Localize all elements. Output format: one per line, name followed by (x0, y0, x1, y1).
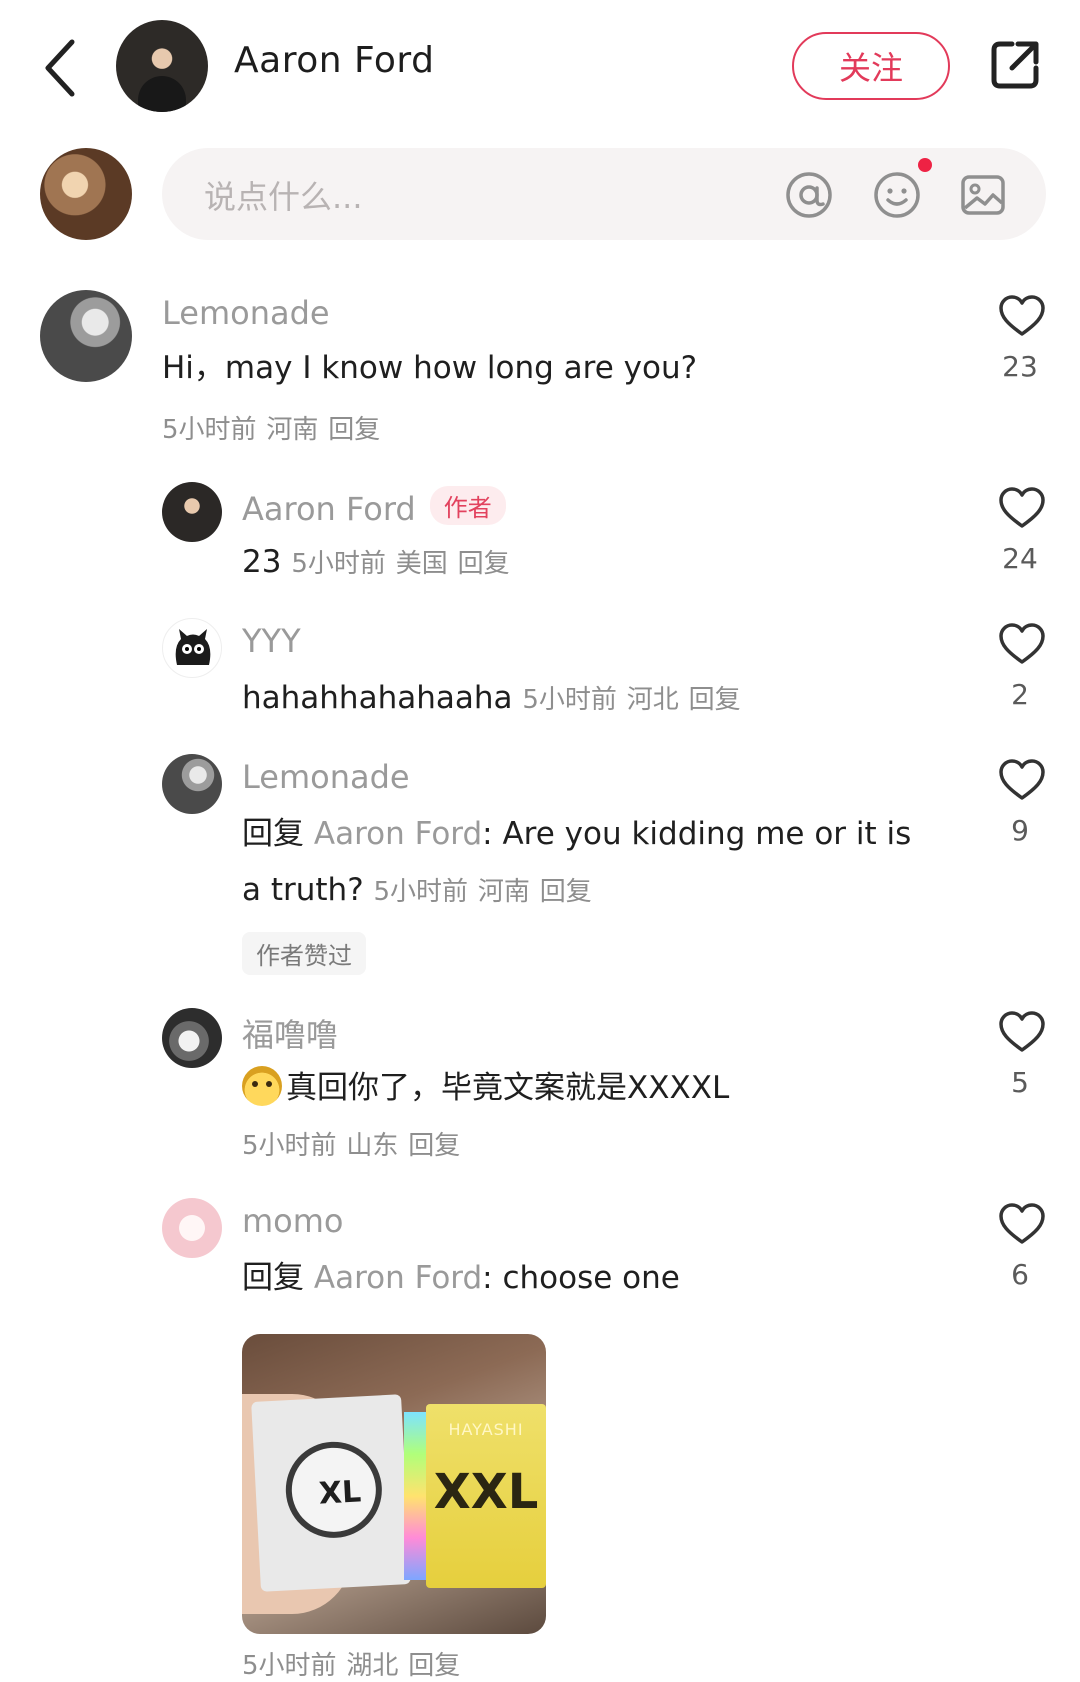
emoji-icon[interactable] (872, 170, 922, 220)
reply-line: hahahhahahaaha 5小时前 河北 回复 (242, 678, 741, 720)
reply-line: 真回你了，毕竟文案就是XXXXL (242, 1066, 729, 1108)
comment-location: 河南 (266, 415, 319, 445)
reply-text: hahahhahahaaha (242, 680, 513, 716)
reply-attached-image[interactable]: XL HAYASHI XXL (242, 1334, 546, 1634)
reply-meta: 5小时前 湖北 回复 (242, 1644, 460, 1682)
reply-line: 回复 Aaron Ford: Are you kidding me or it … (242, 814, 911, 854)
xxl-label: XXL (433, 1464, 539, 1520)
xl-label: XL (318, 1474, 363, 1512)
like-count: 6 (1011, 1258, 1029, 1291)
image-icon[interactable] (958, 170, 1008, 220)
reply-text: 23 (242, 544, 282, 580)
follow-button[interactable]: 关注 (792, 32, 950, 100)
like-heart-icon[interactable] (998, 758, 1046, 802)
author-badge: 作者 (429, 486, 506, 525)
reply-prefix: 回复 (242, 1260, 304, 1296)
author-avatar[interactable] (116, 20, 208, 112)
reply-time: 5小时前 (522, 685, 617, 715)
reply-text: : choose one (482, 1260, 680, 1296)
like-count: 23 (1002, 350, 1038, 383)
reply-prefix: 回复 (242, 816, 304, 852)
reply-location: 河北 (626, 685, 679, 715)
reply-time: 5小时前 (373, 877, 469, 907)
reply-location: 湖北 (346, 1651, 399, 1681)
black-cat-icon (175, 629, 211, 665)
reply-time: 5小时前 (291, 549, 386, 579)
comment-input-placeholder: 说点什么... (204, 178, 363, 216)
reply-username[interactable]: 福噜噜 (242, 1010, 338, 1056)
comment-meta: 5小时前 河南 回复 (162, 408, 380, 450)
replier-avatar[interactable] (162, 1198, 222, 1258)
like-heart-icon[interactable] (998, 294, 1046, 338)
like-count: 24 (1002, 542, 1038, 575)
xxl-brand: HAYASHI (448, 1420, 524, 1439)
my-avatar (40, 148, 132, 240)
mention-link[interactable]: Aaron Ford (314, 1260, 482, 1296)
replier-avatar[interactable] (162, 618, 222, 678)
like-heart-icon[interactable] (998, 1010, 1046, 1054)
reply-location: 河南 (477, 877, 530, 907)
holographic-strip (404, 1412, 426, 1580)
reply-username-text[interactable]: Aaron Ford (242, 490, 416, 528)
reply-line: a truth? 5小时前 河南 回复 (242, 870, 592, 912)
comment-input[interactable]: 说点什么... (162, 148, 1046, 240)
reply-location: 美国 (395, 549, 448, 579)
reply-text: a truth? (242, 872, 364, 908)
reply-location: 山东 (346, 1131, 399, 1161)
reply-text: 真回你了，毕竟文案就是XXXXL (286, 1070, 730, 1106)
hamster-emoji-icon (242, 1066, 282, 1106)
reply-meta: 5小时前 山东 回复 (242, 1124, 460, 1166)
reply-time: 5小时前 (242, 1131, 337, 1161)
reply-link[interactable]: 回复 (408, 1131, 460, 1161)
comment-time: 5小时前 (162, 415, 257, 445)
replier-avatar[interactable] (162, 1008, 222, 1068)
reply-link[interactable]: 回复 (689, 685, 741, 715)
xl-box: XL (251, 1394, 411, 1592)
like-count: 2 (1011, 678, 1029, 711)
reply-link[interactable]: 回复 (540, 877, 592, 907)
reply-link[interactable]: 回复 (408, 1651, 460, 1681)
reply-line: 回复 Aaron Ford: choose one (242, 1258, 680, 1298)
like-heart-icon[interactable] (998, 622, 1046, 666)
share-icon[interactable] (988, 38, 1042, 92)
reply-link[interactable]: 回复 (328, 415, 380, 445)
commenter-avatar[interactable] (40, 290, 132, 382)
xxl-box: HAYASHI XXL (426, 1404, 546, 1588)
author-name[interactable]: Aaron Ford (234, 40, 434, 81)
chevron-left-icon[interactable] (40, 36, 80, 100)
like-heart-icon[interactable] (998, 486, 1046, 530)
reply-link[interactable]: 回复 (458, 549, 510, 579)
like-heart-icon[interactable] (998, 1202, 1046, 1246)
emoji-notification-dot (918, 158, 932, 172)
comment-text: Hi，may I know how long are you? (162, 350, 698, 386)
mention-link[interactable]: Aaron Ford (314, 816, 482, 852)
like-count: 9 (1011, 814, 1029, 847)
xl-circle: XL (283, 1439, 385, 1541)
top-bar: Aaron Ford 关注 (0, 0, 1080, 132)
reply-username[interactable]: Lemonade (242, 758, 410, 796)
reply-username[interactable]: momo (242, 1202, 344, 1240)
replier-avatar[interactable] (162, 482, 222, 542)
reply-username[interactable]: YYY (242, 622, 301, 660)
reply-text: : Are you kidding me or it is (482, 816, 912, 852)
comment-username[interactable]: Lemonade (162, 294, 330, 332)
author-liked-badge: 作者赞过 (242, 932, 366, 975)
reply-username[interactable]: Aaron Ford 作者 (242, 486, 506, 528)
at-icon[interactable] (784, 170, 834, 220)
like-count: 5 (1011, 1066, 1029, 1099)
reply-time: 5小时前 (242, 1651, 337, 1681)
replier-avatar[interactable] (162, 754, 222, 814)
reply-line: 23 5小时前 美国 回复 (242, 542, 510, 584)
